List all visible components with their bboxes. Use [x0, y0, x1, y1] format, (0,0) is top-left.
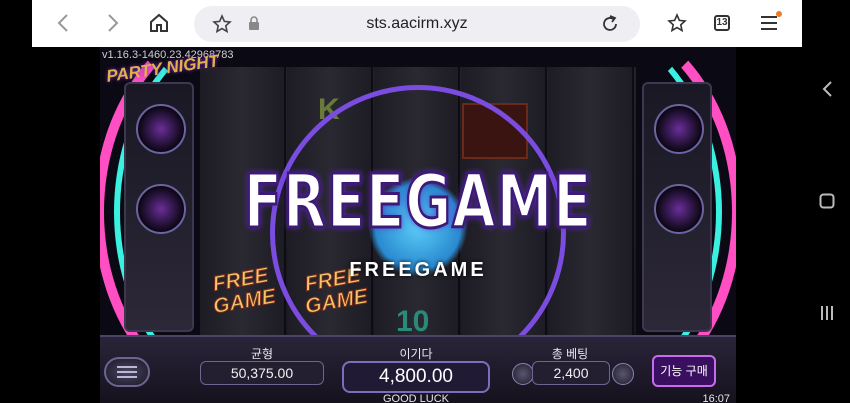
speaker-cone [136, 104, 186, 154]
screen: sts.aacirm.xyz 13 K 10 FREE GAME FREE GA… [0, 0, 850, 403]
status-text: GOOD LUCK [382, 393, 449, 403]
home-icon[interactable] [144, 8, 174, 38]
win-label: 이기다 [399, 347, 433, 361]
freegame-banner-subtitle: FREEGAME [349, 259, 487, 281]
nav-recents-icon[interactable] [812, 298, 842, 328]
nav-back-icon[interactable] [812, 74, 842, 104]
url-text: sts.aacirm.xyz [366, 15, 468, 32]
bet-increase-button[interactable] [612, 363, 634, 385]
freegame-banner-title: FREEGAME [242, 158, 593, 247]
buy-feature-button[interactable]: 기능 구매 [652, 355, 716, 387]
clock: 16:07 [702, 393, 730, 403]
bet-decrease-button[interactable] [512, 363, 534, 385]
speaker-cone [654, 184, 704, 234]
browser-toolbar: sts.aacirm.xyz 13 [32, 0, 802, 47]
bet-value: 2,400 [532, 361, 610, 385]
game-menu-button[interactable] [104, 357, 150, 387]
bet-label: 총 베팅 [551, 347, 589, 361]
bookmarks-icon[interactable] [662, 8, 692, 38]
nav-home-icon[interactable] [812, 186, 842, 216]
tabs-button[interactable]: 13 [706, 8, 736, 38]
reload-icon[interactable] [600, 14, 620, 39]
speaker-cone [654, 104, 704, 154]
forward-icon[interactable] [98, 8, 128, 38]
back-icon[interactable] [48, 8, 78, 38]
balance-label: 균형 [250, 347, 274, 361]
menu-icon[interactable] [754, 8, 784, 38]
notification-dot [776, 11, 782, 17]
tab-count: 13 [714, 15, 730, 31]
balance-value: 50,375.00 [200, 361, 324, 385]
game-canvas[interactable]: K 10 FREE GAME FREE GAME v1.16.3-1460.23… [100, 47, 736, 403]
control-panel: 균형 50,375.00 이기다 4,800.00 총 베팅 2,400 기능 … [100, 335, 736, 403]
win-value: 4,800.00 [342, 361, 490, 393]
address-bar[interactable]: sts.aacirm.xyz [194, 6, 640, 42]
